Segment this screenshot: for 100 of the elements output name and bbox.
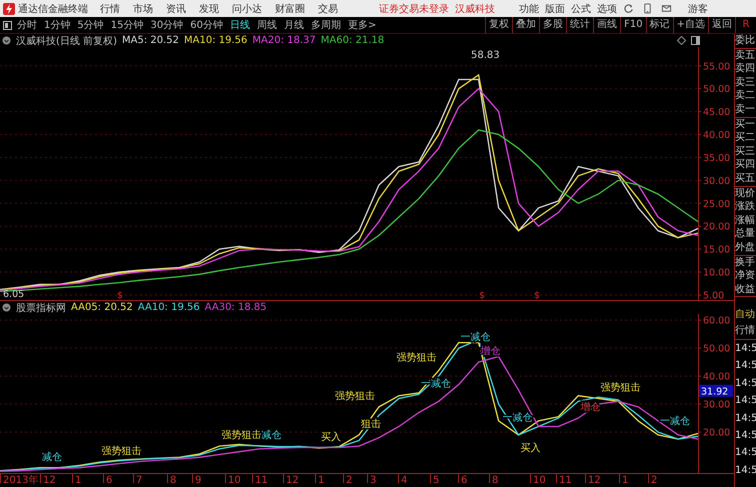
toolbar-button[interactable]: 返回 — [708, 17, 735, 33]
menu-item[interactable]: 财富圈 — [275, 2, 305, 16]
axis-label: 12 — [588, 475, 601, 485]
period-tab[interactable]: 多周期 — [310, 18, 341, 32]
legend-label: AA05: 20.52 — [71, 302, 133, 313]
toolbar-button[interactable]: 复权 — [485, 17, 512, 33]
menu-item[interactable]: 功能 — [519, 2, 539, 16]
menu-item[interactable]: 选项 — [597, 2, 617, 16]
quote-field-label: 买四 — [735, 158, 756, 172]
quote-field-label: 委比 — [735, 34, 756, 48]
axis-label: 1 — [75, 475, 82, 485]
menu-item[interactable]: 资讯 — [166, 2, 186, 16]
quote-field-label: 卖五 — [735, 48, 756, 62]
axis-label: 2 — [651, 475, 658, 485]
period-tab[interactable]: 更多> — [348, 18, 376, 32]
refresh-icon[interactable] — [623, 3, 634, 14]
period-tab[interactable]: 60分钟 — [190, 18, 223, 32]
axis-label: 12 — [43, 475, 56, 485]
axis-label: 30.00 — [703, 400, 730, 411]
legend-label: MA10: 19.56 — [184, 35, 248, 46]
quote-field-label: 换手 — [735, 256, 756, 270]
signal-label: 强势狙击 — [396, 352, 437, 364]
axis-label: 12 — [286, 475, 299, 485]
auto-mode-label[interactable]: 自动 — [735, 307, 756, 323]
axis-label: 8 — [492, 475, 498, 485]
axis-label: 10.00 — [703, 268, 730, 279]
period-tab[interactable]: 15分钟 — [110, 18, 144, 32]
axis-label: 45.00 — [703, 107, 730, 118]
axis-label: 55.00 — [703, 61, 730, 72]
toolbar-button[interactable]: 多股 — [539, 17, 566, 33]
axis-label: 3 — [370, 475, 376, 485]
diamond-icon[interactable] — [677, 36, 686, 45]
menu-item[interactable]: 行情 — [100, 2, 120, 16]
settings-icon[interactable] — [2, 36, 11, 45]
axis-label: 2013年 — [3, 475, 38, 485]
toolbar-button[interactable]: F10 — [620, 17, 646, 33]
axis-label: 35.00 — [703, 152, 730, 164]
quote-field-label: 卖一 — [735, 102, 756, 117]
stock-name: 汉威科技 — [455, 2, 495, 16]
axis-label: 20.00 — [703, 428, 730, 439]
toolbar-button[interactable]: 画线 — [593, 17, 620, 33]
menu-item[interactable]: 市场 — [133, 2, 153, 16]
axis-label: 11 — [255, 475, 268, 485]
app-title: 通达信金融终端 — [18, 2, 88, 16]
axis-label: 50.00 — [703, 344, 730, 355]
toolbar-button[interactable]: 统计 — [566, 17, 594, 33]
signal-label: 减仓 — [261, 430, 282, 441]
axis-label: 5.00 — [703, 290, 724, 300]
panel-toggle-icon[interactable] — [3, 20, 12, 30]
axis-label: 25.00 — [703, 198, 730, 210]
signal-label: 买入 — [321, 432, 342, 444]
settings-icon[interactable] — [2, 303, 11, 312]
toolbar-button[interactable]: 叠加 — [512, 17, 540, 33]
user-label[interactable]: 游客 — [688, 2, 708, 16]
signal-label: 减仓 — [42, 452, 62, 464]
toolbar-button[interactable]: 标记 — [646, 17, 673, 33]
quote-view-label[interactable]: 行情 — [735, 323, 756, 340]
period-tab[interactable]: 1分钟 — [44, 18, 70, 32]
quote-field-label: 收益 — [735, 282, 756, 296]
axis-label: 10 — [228, 475, 241, 485]
axis-label: 10 — [533, 475, 546, 485]
axis-label: 20.00 — [703, 222, 730, 233]
quote-field-label: 外盘 — [735, 240, 756, 254]
signal-label: 强势狙击 — [600, 382, 640, 394]
quote-field-label: 卖四 — [735, 62, 756, 76]
quote-field-label: 净资 — [735, 269, 756, 283]
message-icon[interactable] — [661, 3, 672, 14]
axis-label: 1 — [622, 475, 628, 485]
event-marker: $ — [534, 291, 540, 300]
signal-label: 强势狙击 — [221, 430, 262, 442]
signal-label: 一减仓 — [460, 332, 491, 344]
legend-label: AA30: 18.85 — [204, 302, 267, 313]
high-price-label: 58.83 — [471, 50, 500, 62]
axis-label: 1 — [318, 475, 324, 485]
axis-label: 40.00 — [703, 130, 730, 142]
event-marker: $ — [117, 291, 123, 300]
menu-item[interactable]: 发现 — [199, 2, 219, 16]
axis-label: 40.00 — [703, 372, 730, 383]
menu-item[interactable]: 版面 — [545, 2, 565, 16]
period-tab[interactable]: 月线 — [284, 18, 304, 32]
period-tab[interactable]: 日线 — [230, 18, 250, 32]
period-tab[interactable]: 分时 — [17, 18, 37, 32]
menu-item[interactable]: 公式 — [571, 2, 591, 16]
axis-label: 11 — [559, 475, 572, 485]
legend-label: MA60: 21.18 — [320, 35, 384, 46]
legend-label: AA10: 19.56 — [138, 302, 200, 313]
axis-label: 5 — [433, 475, 440, 485]
menu-item[interactable]: 交易 — [318, 2, 338, 16]
period-tab[interactable]: 周线 — [256, 18, 277, 32]
quote-field-label: 涨幅 — [735, 214, 756, 228]
toolbar-button[interactable]: +自选 — [672, 17, 708, 33]
period-tab[interactable]: 30分钟 — [150, 18, 184, 32]
period-tab[interactable]: 5分钟 — [77, 18, 104, 32]
menu-item[interactable]: 问小达 — [232, 2, 262, 16]
axis-label: 7 — [136, 475, 142, 485]
login-status: 证券交易未登录 — [379, 2, 449, 16]
panel-icon[interactable] — [691, 36, 700, 45]
phone-icon[interactable] — [642, 3, 653, 14]
corner-label[interactable]: R — [735, 17, 756, 33]
axis-label: 4 — [401, 475, 408, 485]
